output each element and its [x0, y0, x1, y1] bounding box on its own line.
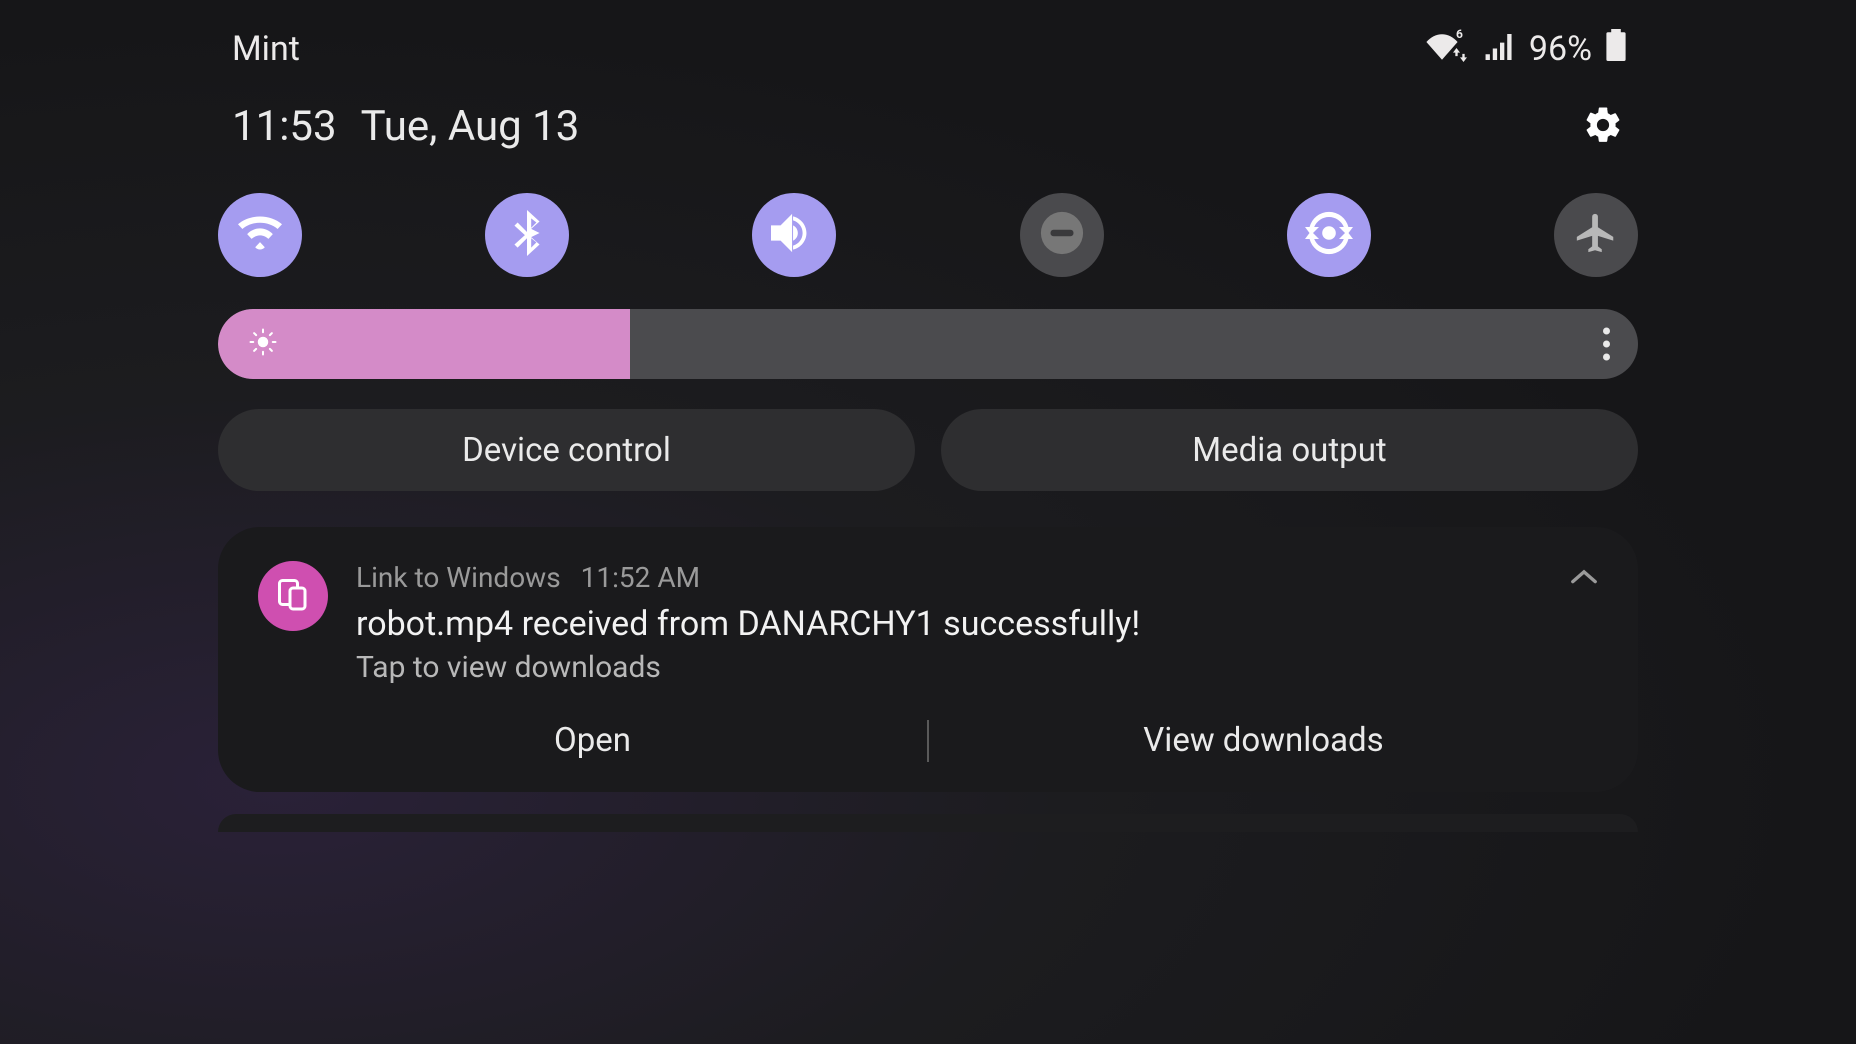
sound-toggle[interactable]: [752, 193, 836, 277]
airplane-toggle[interactable]: [1554, 193, 1638, 277]
notification-action-view-downloads[interactable]: View downloads: [929, 713, 1598, 768]
sun-icon: [248, 327, 278, 361]
wifi-toggle[interactable]: [218, 193, 302, 277]
device-control-button[interactable]: Device control: [218, 409, 915, 491]
volume-icon: [771, 213, 817, 257]
notification-app-icon: [258, 561, 328, 631]
settings-button[interactable]: [1582, 104, 1624, 150]
bluetooth-icon: [511, 210, 543, 260]
battery-percent: 96%: [1529, 29, 1592, 69]
notification-title: robot.mp4 received from DANARCHY1 succes…: [356, 604, 1598, 644]
collapse-button[interactable]: [1570, 567, 1598, 589]
brightness-slider[interactable]: [218, 309, 1638, 379]
quick-toggles: [160, 193, 1696, 277]
status-bar: Mint 6 96%: [160, 14, 1696, 84]
control-row: Device control Media output: [218, 409, 1638, 491]
brightness-more-button[interactable]: [1603, 328, 1610, 361]
notification-action-open[interactable]: Open: [258, 713, 927, 768]
open-label: Open: [554, 721, 631, 760]
wifi-icon: 6: [1425, 29, 1459, 69]
next-notification-peek: [218, 814, 1638, 832]
time-row: 11:53 Tue, Aug 13: [160, 102, 1696, 151]
rotate-icon: [1305, 209, 1353, 261]
signal-icon: [1485, 29, 1515, 69]
clock-time: 11:53: [232, 102, 337, 151]
chevron-up-icon: [1570, 570, 1598, 589]
carrier-label: Mint: [232, 29, 300, 69]
notification-subtitle: Tap to view downloads: [356, 650, 1598, 685]
media-output-button[interactable]: Media output: [941, 409, 1638, 491]
dnd-toggle[interactable]: [1020, 193, 1104, 277]
link-to-windows-icon: [275, 576, 311, 616]
battery-icon: [1606, 29, 1626, 70]
bluetooth-toggle[interactable]: [485, 193, 569, 277]
view-downloads-label: View downloads: [1143, 721, 1383, 760]
wifi-icon: [238, 215, 282, 255]
rotate-toggle[interactable]: [1287, 193, 1371, 277]
dnd-icon: [1039, 210, 1085, 260]
airplane-icon: [1573, 210, 1619, 260]
notification-app-name: Link to Windows: [356, 561, 561, 594]
brightness-fill: [218, 309, 630, 379]
status-right: 6 96%: [1425, 29, 1626, 70]
media-output-label: Media output: [1192, 431, 1386, 470]
notification-time: 11:52 AM: [581, 561, 700, 594]
gear-icon: [1582, 131, 1624, 150]
notification-card[interactable]: Link to Windows 11:52 AM robot.mp4 recei…: [218, 527, 1638, 792]
clock-date: Tue, Aug 13: [361, 102, 580, 151]
device-control-label: Device control: [462, 431, 671, 470]
